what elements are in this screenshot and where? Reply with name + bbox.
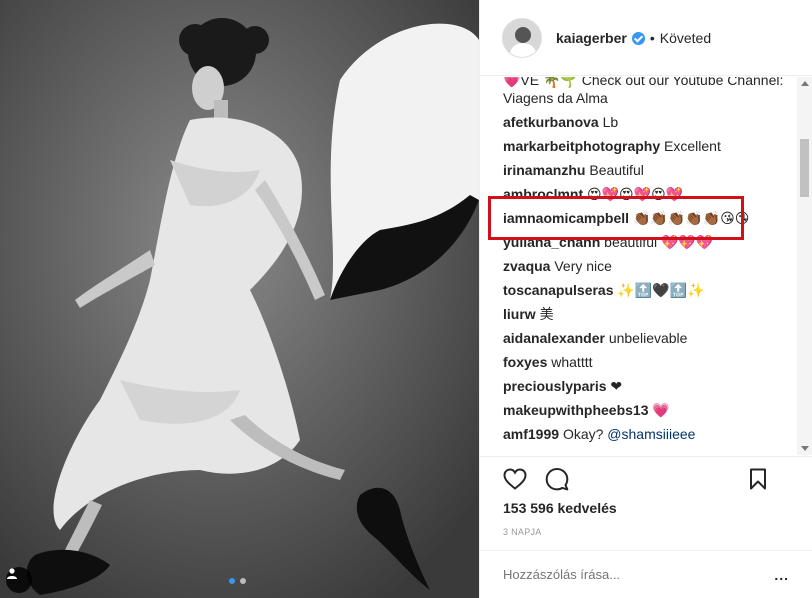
comment-item: 💗VE 🌴🌱 Check out our Youtube Channel: <box>503 77 784 88</box>
add-comment-bar: ... <box>480 550 812 598</box>
comment-username[interactable]: ambroclmnt <box>503 186 583 202</box>
post-actions <box>480 456 812 500</box>
comment-username[interactable]: foxyes <box>503 354 547 370</box>
photo-illustration <box>0 0 479 598</box>
carousel-dot[interactable] <box>240 578 246 584</box>
comment-item: markarbeitphotography Excellent <box>503 138 721 154</box>
comment-item: zvaqua Very nice <box>503 258 612 274</box>
more-options-button[interactable]: ... <box>774 567 789 583</box>
comment-item: irinamanzhu Beautiful <box>503 162 644 178</box>
post-photo[interactable] <box>0 0 479 598</box>
post-header: kaiagerber • Követed <box>480 0 812 76</box>
scroll-down-arrow-icon[interactable] <box>801 446 809 451</box>
comment-item: amf1999 Okay? @shamsiiieee <box>503 426 696 442</box>
user-tag-icon[interactable] <box>6 567 32 593</box>
comment-item: makeupwithpheebs13 💗 <box>503 402 670 418</box>
avatar[interactable] <box>502 17 542 58</box>
comment-username[interactable]: irinamanzhu <box>503 162 585 178</box>
comment-username[interactable]: markarbeitphotography <box>503 138 660 154</box>
carousel-dots[interactable] <box>229 578 246 584</box>
comment-username[interactable]: zvaqua <box>503 258 550 274</box>
comment-item: toscanapulseras ✨🔝🖤🔝✨ <box>503 282 705 298</box>
comment-item: preciouslyparis ❤ <box>503 378 623 394</box>
likes-count[interactable]: 153 596 kedvelés <box>503 500 617 516</box>
mention-link[interactable]: @shamsiiieee <box>607 426 695 442</box>
comment-username[interactable]: iamnaomicampbell <box>503 210 629 226</box>
follow-button[interactable]: Követed <box>660 30 711 46</box>
comment-username[interactable]: amf1999 <box>503 426 559 442</box>
comment-username[interactable]: afetkurbanova <box>503 114 599 130</box>
heart-icon[interactable] <box>502 466 528 492</box>
comment-item: Viagens da Alma <box>503 90 608 106</box>
comment-username[interactable]: makeupwithpheebs13 <box>503 402 649 418</box>
comment-username[interactable]: toscanapulseras <box>503 282 614 298</box>
comment-username[interactable]: yuliana_chann <box>503 234 600 250</box>
post-time[interactable]: 3 NAPJA <box>503 527 542 537</box>
comment-item: ambroclmnt 😍💖😍💖😍💖 <box>503 186 684 202</box>
comment-username[interactable]: preciouslyparis <box>503 378 607 394</box>
comment-item: yuliana_chann beautiful 💖💖💖 <box>503 234 714 250</box>
comment-item: aidanalexander unbelievable <box>503 330 688 346</box>
comment-item: liurw 美 <box>503 306 554 322</box>
comment-item: afetkurbanova Lb <box>503 114 619 130</box>
separator: • <box>649 29 655 46</box>
bookmark-icon[interactable] <box>745 466 771 492</box>
comment-item-highlighted: iamnaomicampbell 👏🏾👏🏾👏🏾👏🏾👏🏾😘😘 <box>503 210 750 226</box>
scroll-thumb[interactable] <box>800 139 809 197</box>
comment-username[interactable]: aidanalexander <box>503 330 605 346</box>
comment-icon[interactable] <box>544 466 570 492</box>
comment-input[interactable] <box>503 567 743 582</box>
comment-item: foxyes whatttt <box>503 354 593 370</box>
scroll-up-arrow-icon[interactable] <box>801 81 809 86</box>
comment-username[interactable]: liurw <box>503 306 536 322</box>
post-username[interactable]: kaiagerber <box>556 30 627 46</box>
post-sidebar: kaiagerber • Követed 💗VE 🌴🌱 Check out ou… <box>479 0 812 598</box>
carousel-dot-active[interactable] <box>229 578 235 584</box>
comments-scrollbar[interactable] <box>797 77 812 455</box>
comments-list[interactable]: 💗VE 🌴🌱 Check out our Youtube Channel: Vi… <box>480 77 795 455</box>
verified-icon <box>631 32 645 45</box>
